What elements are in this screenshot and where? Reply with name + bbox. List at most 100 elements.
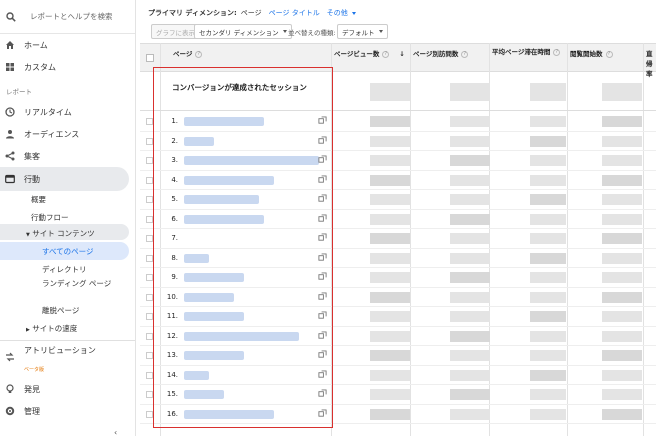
graph-button[interactable]: グラフに表示 xyxy=(151,24,200,39)
page-path-blurred[interactable] xyxy=(184,351,244,360)
open-link-icon[interactable] xyxy=(318,213,327,223)
help-icon[interactable]: ? xyxy=(553,48,561,56)
page-path-blurred[interactable] xyxy=(184,136,214,146)
sidebar-item-realtime[interactable]: リアルタイム xyxy=(0,102,135,122)
header-pageviews[interactable]: ページビュー数? ↓ xyxy=(334,48,405,58)
header-unique-pageviews[interactable]: ページ別訪問数? xyxy=(413,48,469,58)
sidebar-item-attribution[interactable]: アトリビューション xyxy=(0,343,135,365)
row-checkbox[interactable] xyxy=(146,293,153,301)
sidebar-sub-site-speed[interactable]: ▶ サイトの速度 xyxy=(26,323,77,334)
open-link-icon[interactable] xyxy=(318,155,327,164)
page-path-blurred[interactable] xyxy=(184,370,209,380)
help-icon[interactable]: ? xyxy=(461,50,469,58)
row-checkbox[interactable] xyxy=(146,196,153,203)
open-link-icon[interactable] xyxy=(318,408,327,418)
row-checkbox[interactable] xyxy=(146,176,153,184)
table-row[interactable]: 5. xyxy=(140,190,656,210)
open-link-icon[interactable] xyxy=(318,194,327,203)
sidebar-leaf-landing-pages[interactable]: ランディング ページ xyxy=(42,278,112,289)
page-path-blurred[interactable] xyxy=(184,253,209,263)
sidebar-leaf-directory[interactable]: ディレクトリ xyxy=(42,264,86,275)
table-row[interactable]: 2. xyxy=(140,132,656,151)
sidebar-item-acquisition[interactable]: 集客 xyxy=(0,146,135,166)
open-link-icon[interactable] xyxy=(318,291,327,301)
table-row[interactable]: 16. xyxy=(140,405,656,424)
sidebar-item-custom[interactable]: カスタム xyxy=(0,57,135,77)
table-row[interactable]: 13. xyxy=(140,346,656,366)
sidebar-sub-behavior-flow[interactable]: 行動フロー xyxy=(31,212,69,223)
row-checkbox[interactable] xyxy=(146,274,153,281)
page-path-blurred[interactable] xyxy=(184,156,319,165)
page-path-blurred[interactable] xyxy=(184,214,264,224)
sidebar-sub-overview[interactable]: 概要 xyxy=(31,194,46,205)
secondary-dimension-dropdown[interactable]: セカンダリ ディメンション xyxy=(194,24,292,39)
sidebar-item-discover[interactable]: 発見 xyxy=(0,379,135,399)
sidebar-item-audience[interactable]: オーディエンス xyxy=(0,124,135,144)
row-checkbox[interactable] xyxy=(146,118,153,125)
table-row[interactable]: 9. xyxy=(140,268,656,288)
table-row[interactable]: 4. xyxy=(140,171,656,190)
open-link-icon[interactable] xyxy=(318,350,327,359)
sidebar-item-admin[interactable]: 管理 xyxy=(0,401,135,421)
page-path-blurred[interactable] xyxy=(184,273,244,282)
collapse-icon[interactable]: ‹ xyxy=(114,428,117,436)
sidebar-item-behavior[interactable]: 行動 xyxy=(0,169,135,189)
row-checkbox[interactable] xyxy=(146,352,153,359)
page-path-blurred[interactable] xyxy=(184,409,274,419)
page-path-blurred[interactable] xyxy=(184,117,264,126)
metric-value-blurred xyxy=(370,291,410,303)
table-row[interactable]: 7. xyxy=(140,229,656,249)
other-dimension-link[interactable]: その他 xyxy=(327,8,356,18)
open-link-icon[interactable] xyxy=(318,272,327,281)
select-all-checkbox[interactable] xyxy=(146,54,154,62)
header-entrances[interactable]: 閲覧開始数? xyxy=(570,48,613,58)
sidebar-leaf-all-pages[interactable]: すべてのページ xyxy=(42,246,94,257)
open-link-icon[interactable] xyxy=(318,233,327,242)
sidebar-leaf-exit-pages[interactable]: 離脱ページ xyxy=(42,305,79,316)
help-icon[interactable]: ? xyxy=(605,50,613,58)
table-row[interactable]: 3. xyxy=(140,151,656,171)
open-link-icon[interactable] xyxy=(318,174,327,184)
sidebar-sub-site-content[interactable]: ▼ サイト コンテンツ xyxy=(26,228,95,239)
open-link-icon[interactable] xyxy=(318,116,327,125)
table-row[interactable]: 1. xyxy=(140,112,656,132)
row-checkbox[interactable] xyxy=(146,137,153,145)
row-checkbox[interactable] xyxy=(146,215,153,223)
open-link-icon[interactable] xyxy=(318,389,327,398)
row-checkbox[interactable] xyxy=(146,313,153,320)
page-path-blurred[interactable] xyxy=(184,390,224,399)
open-link-icon[interactable] xyxy=(318,252,327,262)
header-avg-time[interactable]: 平均ページ滞在時間? xyxy=(492,48,566,56)
open-link-icon[interactable] xyxy=(318,135,327,145)
open-link-icon[interactable] xyxy=(318,369,327,379)
table-row[interactable]: 6. xyxy=(140,210,656,229)
row-checkbox[interactable] xyxy=(146,157,153,164)
row-checkbox[interactable] xyxy=(146,235,153,242)
table-row[interactable]: 12. xyxy=(140,327,656,346)
search-icon xyxy=(6,11,16,22)
row-checkbox[interactable] xyxy=(146,410,153,418)
page-path-blurred[interactable] xyxy=(184,331,299,341)
sidebar-item-home[interactable]: ホーム xyxy=(0,35,135,55)
search-bar[interactable]: レポートとヘルプを検索 xyxy=(0,0,135,34)
page-title-link[interactable]: ページ タイトル xyxy=(269,8,320,18)
table-row[interactable]: 15. xyxy=(140,385,656,405)
page-path-blurred[interactable] xyxy=(184,292,234,302)
table-row[interactable]: 10. xyxy=(140,288,656,307)
sort-type-dropdown[interactable]: デフォルト xyxy=(337,24,388,39)
page-path-blurred[interactable] xyxy=(184,195,259,204)
open-link-icon[interactable] xyxy=(318,311,327,320)
open-link-icon[interactable] xyxy=(318,330,327,340)
page-path-blurred[interactable] xyxy=(184,312,244,321)
row-checkbox[interactable] xyxy=(146,332,153,340)
table-row[interactable]: 11. xyxy=(140,307,656,327)
header-page[interactable]: ページ? xyxy=(173,48,203,58)
help-icon[interactable]: ? xyxy=(195,50,203,58)
row-checkbox[interactable] xyxy=(146,371,153,379)
row-checkbox[interactable] xyxy=(146,254,153,262)
help-icon[interactable]: ? xyxy=(382,50,390,58)
table-row[interactable]: 14. xyxy=(140,366,656,385)
table-row[interactable]: 8. xyxy=(140,249,656,268)
page-path-blurred[interactable] xyxy=(184,175,274,185)
row-checkbox[interactable] xyxy=(146,391,153,398)
